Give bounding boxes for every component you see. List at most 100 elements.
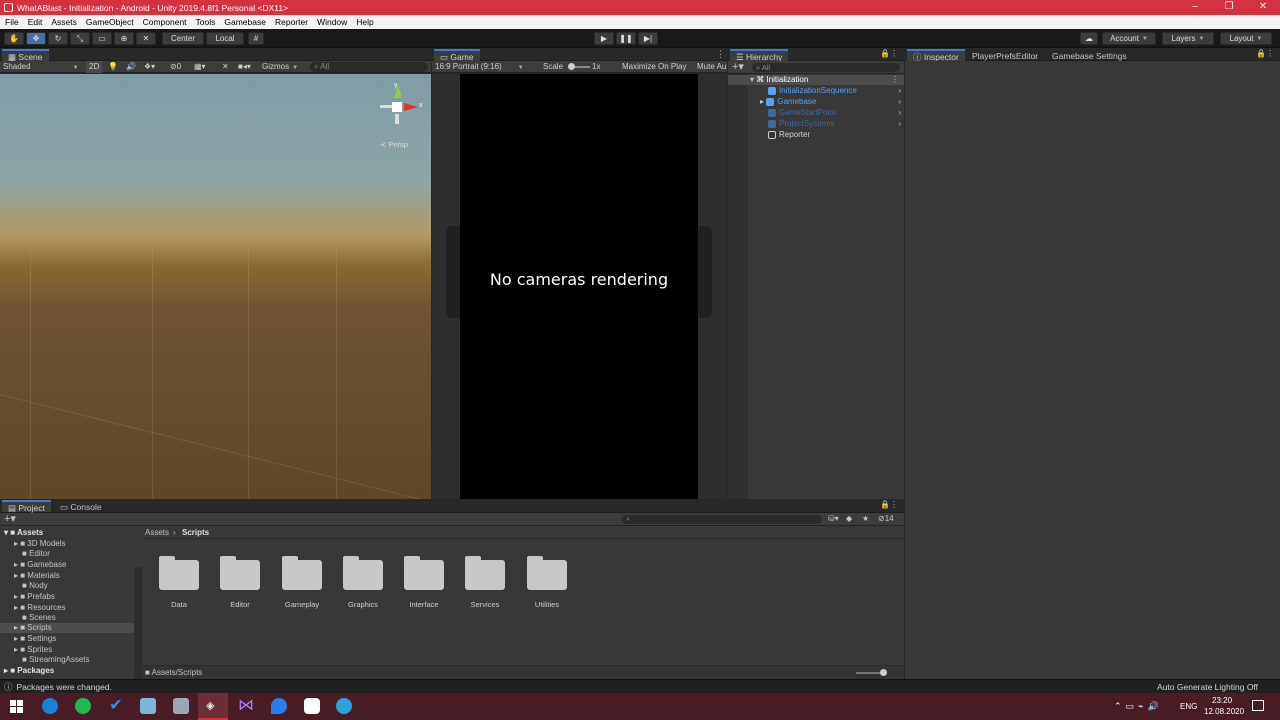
breadcrumb-assets[interactable]: Assets <box>145 528 169 537</box>
menu-assets[interactable]: Assets <box>46 15 81 29</box>
filter-type-icon[interactable]: ⛁▾ <box>828 514 839 523</box>
hierarchy-item-reporter[interactable]: Reporter <box>768 130 904 140</box>
rotate-tool-icon[interactable]: ↻ <box>48 32 68 45</box>
menu-reporter[interactable]: Reporter <box>270 15 312 29</box>
folder-item-utilities[interactable]: Utilities <box>517 556 577 609</box>
light-toggle-icon[interactable]: 💡 <box>108 61 118 73</box>
menu-help[interactable]: Help <box>351 15 377 29</box>
tree-folder-3d-models[interactable]: ▸ ■ 3D Models <box>14 539 66 549</box>
hierarchy-search-input[interactable]: ⌕ All <box>752 63 900 72</box>
slack-icon[interactable] <box>304 698 320 714</box>
game-viewport[interactable]: No cameras rendering <box>432 74 727 499</box>
menu-gameobject[interactable]: GameObject <box>81 15 138 29</box>
app-cube-icon[interactable] <box>140 698 156 714</box>
lock-icon[interactable]: 🔒⋮ <box>880 49 898 58</box>
favorite-star-icon[interactable]: ★ <box>862 514 869 523</box>
move-tool-icon[interactable]: ✥ <box>26 32 46 45</box>
icon-size-handle[interactable] <box>880 669 887 676</box>
menu-gamebase[interactable]: Gamebase <box>219 15 270 29</box>
maximize-button[interactable]: ❐ <box>1212 0 1246 15</box>
project-lock-icon[interactable]: 🔒⋮ <box>880 500 898 509</box>
minimize-button[interactable]: – <box>1178 0 1212 15</box>
scene-gizmo[interactable]: y x ≺ Persp <box>378 82 426 149</box>
scale-tool-icon[interactable]: ⤡ <box>70 32 90 45</box>
play-button[interactable]: ▶ <box>594 32 614 45</box>
breadcrumb-scripts[interactable]: Scripts <box>182 528 209 537</box>
clock-date[interactable]: 12.08.2020 <box>1204 707 1244 716</box>
menu-window[interactable]: Window <box>312 15 351 29</box>
visual-studio-icon[interactable]: ⋈ <box>238 698 254 714</box>
tree-folder-gamebase[interactable]: ▸ ■ Gamebase <box>14 560 66 570</box>
tab-game[interactable]: ▭ Game <box>434 49 480 62</box>
pivot-center-button[interactable]: Center <box>162 32 204 45</box>
pause-button[interactable]: ❚❚ <box>616 32 636 45</box>
layout-dropdown[interactable]: Layout ▼ <box>1220 32 1272 45</box>
gizmos-dropdown[interactable]: Gizmos ▼ <box>262 61 298 74</box>
status-message[interactable]: Packages were changed. <box>17 682 112 692</box>
grid-snap-icon[interactable]: # <box>248 32 264 45</box>
menu-component[interactable]: Component <box>138 15 191 29</box>
aspect-dropdown[interactable]: 16:9 Portrait (9:16) ▼ <box>435 61 524 74</box>
menu-file[interactable]: File <box>0 15 23 29</box>
hierarchy-item-initializationsequence[interactable]: InitializationSequence › <box>768 86 904 96</box>
audio-toggle-icon[interactable]: 🔊 <box>126 61 136 73</box>
tree-folder-prefabs[interactable]: ▸ ■ Prefabs <box>14 592 55 602</box>
game-menu-icon[interactable]: ⋮ <box>716 49 725 60</box>
notification-icon[interactable] <box>1252 700 1264 711</box>
transform-tool-icon[interactable]: ⊕ <box>114 32 134 45</box>
folder-item-data[interactable]: Data <box>149 556 209 609</box>
mute-audio-toggle[interactable]: Mute Au <box>697 61 727 73</box>
tree-scrollbar[interactable] <box>134 567 142 679</box>
tree-folder-editor[interactable]: ■ Editor <box>22 549 50 559</box>
clock-time[interactable]: 23:20 <box>1212 696 1232 705</box>
custom-tool-icon[interactable]: ✕ <box>136 32 156 45</box>
windows-start-icon[interactable] <box>10 700 23 713</box>
rect-tool-icon[interactable]: ▭ <box>92 32 112 45</box>
tab-scene[interactable]: ▦ Scene <box>2 49 49 62</box>
tree-folder-sprites[interactable]: ▸ ■ Sprites <box>14 645 52 655</box>
tree-folder-materials[interactable]: ▸ ■ Materials <box>14 571 60 581</box>
shading-dropdown[interactable]: Shaded ▼ <box>3 61 79 74</box>
persp-label[interactable]: ≺ Persp <box>380 140 408 149</box>
tab-hierarchy[interactable]: ☰ Hierarchy <box>730 49 789 62</box>
camera-dropdown-icon[interactable]: ■◂▾ <box>238 61 251 73</box>
tab-inspector[interactable]: ⓘ Inspector <box>907 49 965 62</box>
tree-folder-scripts[interactable]: ▸ ■ Scripts <box>0 623 134 633</box>
tools-toggle-icon[interactable]: ✕ <box>222 61 229 73</box>
edge-browser-icon[interactable] <box>42 698 58 714</box>
space-local-button[interactable]: Local <box>206 32 244 45</box>
language-indicator[interactable]: ENG <box>1180 702 1197 711</box>
calculator-icon[interactable] <box>173 698 189 714</box>
tree-folder-streamingassets[interactable]: ■ StreamingAssets <box>22 655 90 665</box>
tab-project[interactable]: ▤ Project <box>2 500 51 513</box>
scale-slider-handle[interactable] <box>568 63 575 70</box>
grid-toggle-icon[interactable]: ▦▾ <box>194 61 206 73</box>
scene-search-input[interactable]: ⌕ All <box>310 62 428 72</box>
scene-viewport[interactable]: y x ≺ Persp <box>0 74 431 499</box>
tab-console[interactable]: ▭ Console <box>60 502 102 513</box>
auto-lighting-status[interactable]: Auto Generate Lighting Off <box>1157 682 1258 692</box>
maximize-on-play-toggle[interactable]: Maximize On Play <box>622 61 686 73</box>
hidden-packages-toggle[interactable]: ⊘14 <box>878 514 894 523</box>
folder-item-interface[interactable]: Interface <box>394 556 454 609</box>
menu-edit[interactable]: Edit <box>23 15 47 29</box>
filter-label-icon[interactable]: ◆ <box>846 514 852 523</box>
folder-item-graphics[interactable]: Graphics <box>333 556 393 609</box>
hierarchy-item-projectsystems[interactable]: ProjectSystems › <box>768 119 904 129</box>
maps-pin-icon[interactable] <box>271 698 287 714</box>
hierarchy-item-gamebase[interactable]: ▸ Gamebase › <box>760 97 904 107</box>
unity-taskbar-button[interactable]: ◈ <box>198 693 228 720</box>
system-tray-icons[interactable]: ⌃▭⌁🔊 <box>1114 701 1163 712</box>
create-asset-icon[interactable]: +▾ <box>4 513 16 525</box>
tree-folder-nody[interactable]: ■ Nody <box>22 581 48 591</box>
layers-dropdown[interactable]: Layers ▼ <box>1162 32 1214 45</box>
tab-gamebase-settings[interactable]: Gamebase Settings <box>1052 51 1127 61</box>
tree-packages[interactable]: ▸ ■ Packages <box>4 666 54 676</box>
tree-folder-settings[interactable]: ▸ ■ Settings <box>14 634 56 644</box>
todo-check-icon[interactable]: ✔ <box>108 698 124 714</box>
tab-playerprefseditor[interactable]: PlayerPrefsEditor <box>972 51 1038 61</box>
tree-folder-resources[interactable]: ▸ ■ Resources <box>14 603 66 613</box>
hand-tool-icon[interactable]: ✋ <box>4 32 24 45</box>
inspector-lock-icon[interactable]: 🔒⋮ <box>1256 49 1274 58</box>
menu-tools[interactable]: Tools <box>191 15 220 29</box>
